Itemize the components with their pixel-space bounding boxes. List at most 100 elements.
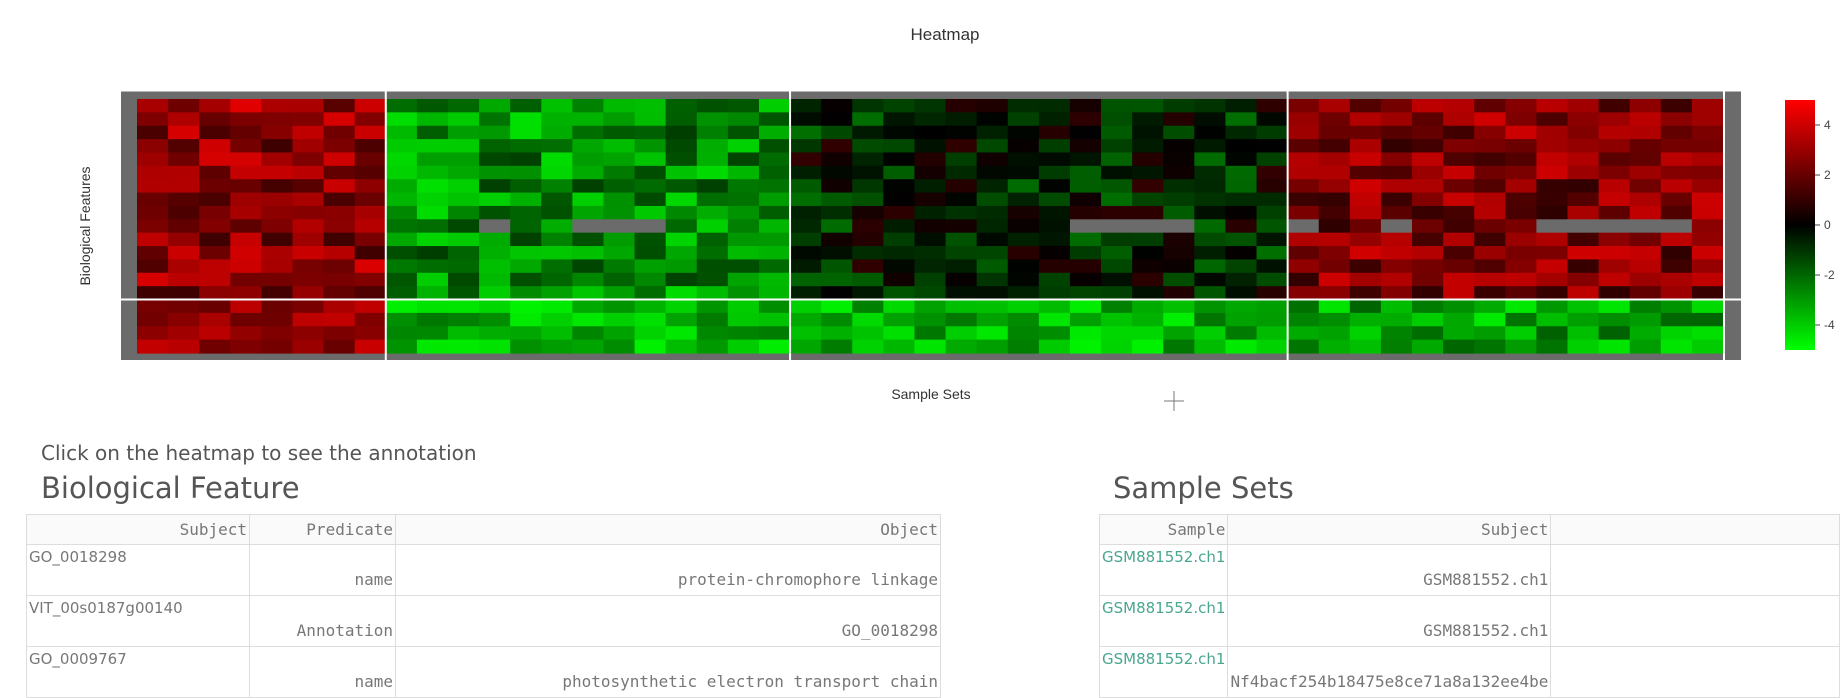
- heatmap-cell[interactable]: [1536, 125, 1569, 140]
- heatmap-cell[interactable]: [1194, 339, 1227, 354]
- table-row[interactable]: GSM881552.ch1 Nf4bacf254b18475e8ce71a8a1…: [1098, 646, 1840, 698]
- heatmap-cell[interactable]: [1691, 165, 1724, 180]
- heatmap-cell[interactable]: [199, 192, 231, 207]
- heatmap-cell[interactable]: [1505, 205, 1538, 220]
- heatmap-cell[interactable]: [1007, 125, 1040, 140]
- heatmap-cell[interactable]: [447, 192, 480, 207]
- heatmap-cell[interactable]: [1287, 339, 1320, 354]
- heatmap-cell[interactable]: [1629, 152, 1662, 167]
- heatmap-cell[interactable]: [1505, 165, 1538, 180]
- heatmap-cell[interactable]: [1474, 179, 1506, 194]
- heatmap-cell[interactable]: [572, 219, 605, 234]
- heatmap-cell[interactable]: [292, 312, 325, 327]
- heatmap-cell[interactable]: [1598, 286, 1631, 301]
- heatmap-cell[interactable]: [1007, 99, 1040, 113]
- heatmap-cell[interactable]: [821, 192, 853, 207]
- heatmap-cell[interactable]: [230, 299, 262, 314]
- heatmap-cell[interactable]: [634, 299, 667, 314]
- heatmap-cell[interactable]: [603, 139, 636, 154]
- heatmap-cell[interactable]: [603, 339, 636, 354]
- heatmap-cell[interactable]: [1598, 205, 1631, 220]
- heatmap-cell[interactable]: [758, 152, 791, 167]
- heatmap-cell[interactable]: [1132, 139, 1164, 154]
- heatmap-cell[interactable]: [1660, 139, 1693, 154]
- heatmap-cell[interactable]: [1443, 312, 1475, 327]
- heatmap-cell[interactable]: [1443, 326, 1475, 341]
- heatmap-cell[interactable]: [510, 312, 542, 327]
- heatmap-cell[interactable]: [447, 259, 480, 274]
- heatmap-cell[interactable]: [696, 259, 729, 274]
- heatmap-cell[interactable]: [603, 219, 636, 234]
- heatmap-cell[interactable]: [416, 205, 449, 220]
- heatmap-cell[interactable]: [1443, 152, 1475, 167]
- heatmap-cell[interactable]: [696, 179, 729, 194]
- heatmap-cell[interactable]: [665, 246, 698, 261]
- heatmap-cell[interactable]: [883, 192, 916, 207]
- heatmap-cell[interactable]: [1567, 259, 1600, 274]
- heatmap-cell[interactable]: [168, 165, 200, 180]
- heatmap-cell[interactable]: [541, 286, 573, 301]
- heatmap-cell[interactable]: [1256, 246, 1289, 261]
- heatmap-cell[interactable]: [541, 205, 573, 220]
- heatmap-cell[interactable]: [416, 179, 449, 194]
- heatmap-cell[interactable]: [1691, 299, 1724, 314]
- heatmap-cell[interactable]: [1474, 326, 1506, 341]
- heatmap-cell[interactable]: [1038, 286, 1071, 301]
- heatmap-cell[interactable]: [261, 219, 294, 234]
- heatmap-cell[interactable]: [230, 125, 262, 140]
- heatmap-cell[interactable]: [168, 286, 200, 301]
- heatmap-cell[interactable]: [790, 139, 822, 154]
- heatmap-cell[interactable]: [230, 179, 262, 194]
- heatmap-cell[interactable]: [479, 259, 511, 274]
- heatmap-cell[interactable]: [665, 139, 698, 154]
- heatmap-cell[interactable]: [914, 205, 947, 220]
- heatmap-cell[interactable]: [1038, 219, 1071, 234]
- heatmap-cell[interactable]: [1256, 339, 1289, 354]
- heatmap-cell[interactable]: [1629, 339, 1662, 354]
- heatmap-cell[interactable]: [1287, 299, 1320, 314]
- heatmap-cell[interactable]: [696, 125, 729, 140]
- heatmap-cell[interactable]: [603, 326, 636, 341]
- heatmap-cell[interactable]: [883, 165, 916, 180]
- heatmap-cell[interactable]: [354, 205, 387, 220]
- heatmap-cell[interactable]: [479, 312, 511, 327]
- heatmap-cell[interactable]: [821, 139, 853, 154]
- heatmap-cell[interactable]: [883, 179, 916, 194]
- heatmap-cell[interactable]: [976, 112, 1009, 127]
- heatmap-cell[interactable]: [447, 152, 480, 167]
- heatmap-cell[interactable]: [230, 286, 262, 301]
- heatmap-cell[interactable]: [1163, 139, 1195, 154]
- heatmap-cell[interactable]: [1598, 299, 1631, 314]
- heatmap-cell[interactable]: [790, 99, 822, 113]
- heatmap-cell[interactable]: [790, 112, 822, 127]
- heatmap-cell[interactable]: [1163, 99, 1195, 113]
- heatmap-cell[interactable]: [1225, 125, 1258, 140]
- heatmap-cell[interactable]: [1069, 326, 1102, 341]
- heatmap-cell[interactable]: [416, 312, 449, 327]
- heatmap-cell[interactable]: [1380, 259, 1413, 274]
- heatmap-cell[interactable]: [354, 152, 387, 167]
- heatmap-cell[interactable]: [261, 112, 294, 127]
- heatmap-cell[interactable]: [1536, 205, 1569, 220]
- heatmap-cell[interactable]: [665, 339, 698, 354]
- heatmap-cell[interactable]: [852, 286, 884, 301]
- heatmap-cell[interactable]: [1132, 179, 1164, 194]
- heatmap-cell[interactable]: [821, 246, 853, 261]
- heatmap-cell[interactable]: [976, 232, 1009, 247]
- heatmap-cell[interactable]: [1380, 125, 1413, 140]
- heatmap-cell[interactable]: [1691, 139, 1724, 154]
- heatmap-cell[interactable]: [479, 179, 511, 194]
- heatmap-cell[interactable]: [1536, 339, 1569, 354]
- heatmap-cell[interactable]: [665, 99, 698, 113]
- heatmap-cell[interactable]: [1132, 339, 1164, 354]
- heatmap-cell[interactable]: [603, 125, 636, 140]
- heatmap-cell[interactable]: [1349, 232, 1382, 247]
- heatmap-cell[interactable]: [447, 299, 480, 314]
- heatmap-cell[interactable]: [416, 286, 449, 301]
- heatmap-cell[interactable]: [634, 179, 667, 194]
- heatmap-cell[interactable]: [976, 339, 1009, 354]
- heatmap-cell[interactable]: [572, 299, 605, 314]
- heatmap-cell[interactable]: [1038, 192, 1071, 207]
- heatmap-cell[interactable]: [1132, 272, 1164, 287]
- heatmap-cell[interactable]: [137, 179, 169, 194]
